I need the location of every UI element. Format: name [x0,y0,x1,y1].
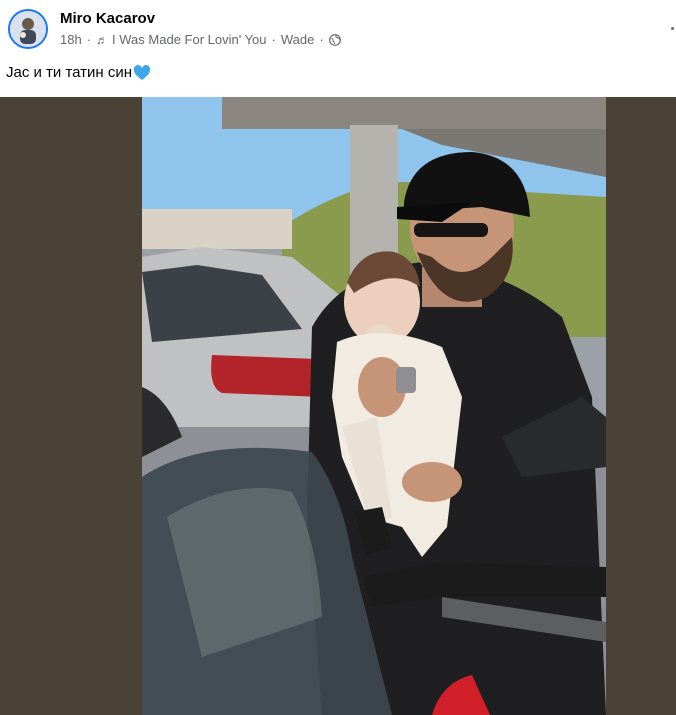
blue-heart-icon [133,64,151,81]
author-name[interactable]: Miro Kacarov [60,10,155,27]
post-caption: Јас и ти татин син [6,64,151,81]
post-meta: 18h · ♬ I Was Made For Lovin' You · Wade… [60,32,341,47]
music-note-icon: ♬ [96,32,109,47]
song-title[interactable]: I Was Made For Lovin' You [112,32,266,47]
more-options-icon[interactable] [671,27,674,30]
post-time[interactable]: 18h [60,32,82,47]
meta-separator: · [86,32,92,47]
meta-separator: · [271,32,276,47]
post-photo[interactable] [142,97,606,715]
meta-separator: · [319,32,324,47]
post-media[interactable] [0,97,676,715]
song-artist[interactable]: Wade [281,32,314,47]
post-header: Miro Kacarov 18h · ♬ I Was Made For Lovi… [0,0,676,58]
caption-text: Јас и ти татин син [6,64,133,81]
avatar[interactable] [8,9,48,49]
globe-icon[interactable] [328,33,341,46]
